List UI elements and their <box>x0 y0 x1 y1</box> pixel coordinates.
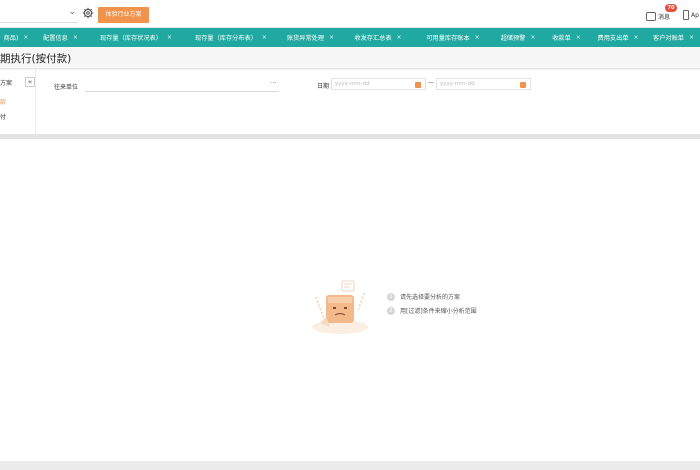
tab-stock-status[interactable]: 现存量（库存状况表） × <box>89 28 183 47</box>
app-label: Ap <box>691 11 699 19</box>
messages-label: 消息 <box>658 13 671 21</box>
sidebar-item-scheme[interactable]: 方案 <box>0 78 12 87</box>
tab-goods[interactable]: 商品) × <box>0 28 32 47</box>
tab-available-ledger[interactable]: 可用量库存账本 × <box>414 28 492 47</box>
hint-select-scheme: 1 请先选择要分析的方案 <box>387 292 460 301</box>
close-icon[interactable]: × <box>397 34 402 41</box>
tab-label: 可用量库存账本 <box>426 35 470 42</box>
close-icon[interactable]: × <box>530 34 535 41</box>
tab-expense[interactable]: 费用支出单 × <box>589 28 647 47</box>
date-end-placeholder: yyyy-mm-dd <box>440 81 475 87</box>
tab-bar: 商品) × 配置信息 × 现存量（库存状况表） × 现存量（库存分布表） × 账货异常处… <box>0 28 700 47</box>
tab-label: 现存量（库存状况表） <box>100 35 162 42</box>
title-bar: 期执行(按付款) <box>0 47 700 69</box>
tab-label: 收发存汇总表 <box>354 35 392 42</box>
collapse-button[interactable]: « <box>25 77 35 87</box>
bottom-bar <box>0 461 700 470</box>
message-count-badge: 70 <box>665 4 677 12</box>
close-icon[interactable]: × <box>73 34 78 41</box>
close-icon[interactable]: × <box>633 34 638 41</box>
date-label: 日期 <box>317 83 330 90</box>
tab-overstock-alert[interactable]: 超储预警 × <box>492 28 544 47</box>
close-icon[interactable]: × <box>689 34 694 41</box>
close-icon[interactable]: × <box>262 34 267 41</box>
unit-input[interactable] <box>85 81 279 92</box>
step-number: 1 <box>387 292 395 301</box>
date-end-field[interactable]: yyyy-mm-dd <box>436 78 531 90</box>
filter-panel: 方案 款 付 « 往来单位 ··· 日期 yyyy-mm-dd — yyyy-m… <box>0 70 700 134</box>
message-icon <box>646 11 656 21</box>
date-start-field[interactable]: yyyy-mm-dd <box>331 78 426 90</box>
tab-label: 客户对账单 <box>653 35 684 42</box>
date-range-separator: — <box>428 79 434 86</box>
analysis-area: 1 请先选择要分析的方案 2 用[过滤]条件来缩小分析范围 <box>0 139 700 461</box>
scheme-sidebar: 方案 款 付 « <box>0 70 36 134</box>
sidebar-item-pay[interactable]: 付 <box>0 112 6 121</box>
sidebar-item-payment[interactable]: 款 <box>0 97 6 106</box>
calendar-icon[interactable] <box>415 82 421 88</box>
close-icon[interactable]: × <box>167 34 172 41</box>
close-icon[interactable]: × <box>475 34 480 41</box>
tab-exception-handling[interactable]: 账货异常处理 × <box>279 28 342 47</box>
hint-use-filter: 2 用[过滤]条件来缩小分析范围 <box>387 306 477 315</box>
industry-solution-button[interactable]: 体验行业方案 <box>98 7 149 23</box>
app-button[interactable]: Ap <box>683 10 699 20</box>
page-title: 期执行(按付款) <box>0 53 72 65</box>
tab-label: 现存量（库存分布表） <box>195 35 257 42</box>
top-bar: ⌄ 体验行业方案 消息 70 Ap <box>0 0 700 28</box>
account-select[interactable]: ⌄ <box>0 5 78 23</box>
tab-label: 费用支出单 <box>597 35 629 42</box>
unit-label: 往来单位 <box>54 84 79 91</box>
hint-text: 请先选择要分析的方案 <box>400 294 461 301</box>
calendar-icon[interactable] <box>520 82 526 88</box>
close-icon[interactable]: × <box>576 34 581 41</box>
date-start-placeholder: yyyy-mm-dd <box>335 81 370 87</box>
gear-icon[interactable] <box>82 7 94 19</box>
tab-label: 商品) <box>3 35 19 42</box>
empty-state-illustration <box>312 280 368 334</box>
tab-receipt[interactable]: 收款单 × <box>544 28 589 47</box>
tab-label: 配置信息 <box>43 35 68 42</box>
tab-customer-statement[interactable]: 客户对账单 × <box>647 28 700 47</box>
close-icon[interactable]: × <box>329 34 334 41</box>
tab-label: 收款单 <box>552 35 571 42</box>
tab-config-info[interactable]: 配置信息 × <box>32 28 89 47</box>
tab-stock-distribution[interactable]: 现存量（库存分布表） × <box>183 28 279 47</box>
hint-text: 用[过滤]条件来缩小分析范围 <box>400 308 477 315</box>
phone-icon <box>683 10 689 20</box>
chevron-down-icon[interactable]: ⌄ <box>68 7 76 17</box>
tab-label: 超储预警 <box>500 35 526 42</box>
unit-picker-button[interactable]: ··· <box>270 79 277 87</box>
step-number: 2 <box>387 306 395 315</box>
tab-inventory-summary[interactable]: 收发存汇总表 × <box>342 28 414 47</box>
close-icon[interactable]: × <box>23 34 28 41</box>
tab-label: 账货异常处理 <box>286 35 325 42</box>
